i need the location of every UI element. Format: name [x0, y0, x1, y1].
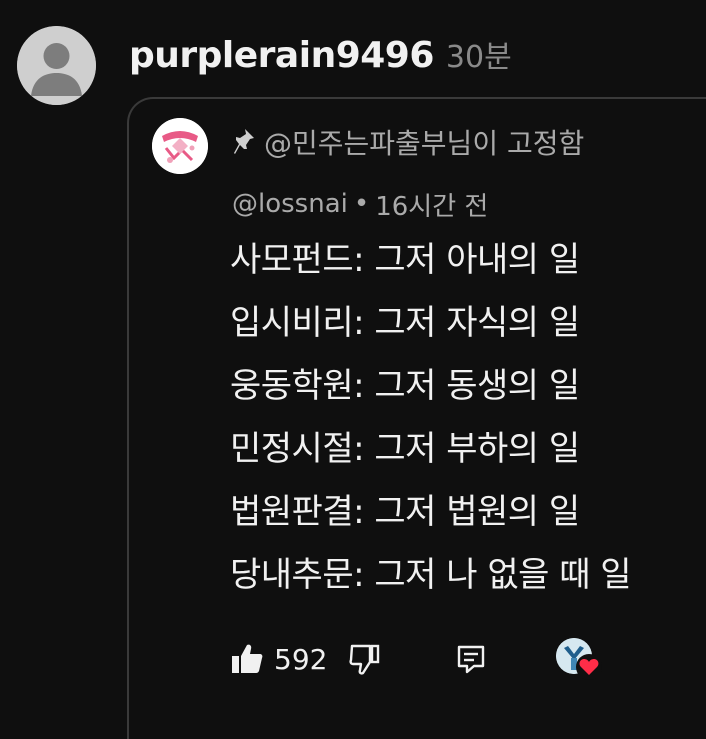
quoted-comment-body: 사모펀드: 그저 아내의 일 입시비리: 그저 자식의 일 웅동학원: 그저 동…	[230, 236, 700, 614]
comment-line: 법원판결: 그저 법원의 일	[230, 492, 580, 532]
meta-separator: •	[353, 189, 370, 219]
reply-icon	[457, 645, 485, 674]
comment-author[interactable]: purplerain9496	[129, 35, 434, 76]
creator-heart-icon[interactable]	[556, 638, 606, 682]
heart-icon	[576, 654, 602, 680]
like-button[interactable]: 592	[230, 642, 327, 676]
comment-line: 입시비리: 그저 자식의 일	[230, 303, 580, 343]
comment-line: 웅동학원: 그저 동생의 일	[230, 366, 580, 406]
quoted-comment-meta: @lossnai • 16시간 전	[232, 184, 488, 224]
comment-line: 민정시절: 그저 부하의 일	[230, 429, 580, 469]
quoted-comment-author[interactable]: @lossnai	[232, 189, 348, 219]
quoted-comment-timestamp: 16시간 전	[375, 191, 489, 222]
pin-icon	[234, 129, 254, 154]
like-count: 592	[274, 642, 328, 676]
thumbs-down-icon	[349, 644, 380, 675]
comment-line: 당내추문: 그저 나 없을 때 일	[230, 555, 632, 595]
comment-actions: 592	[230, 636, 690, 686]
dislike-button[interactable]	[348, 642, 382, 680]
comment-timestamp: 30분	[445, 40, 512, 75]
comment-line: 사모펀드: 그저 아내의 일	[230, 240, 580, 280]
pinned-label: @민주는파출부님이 고정함	[264, 127, 585, 160]
comment-header: purplerain9496 30분	[129, 32, 512, 80]
channel-avatar-icon[interactable]	[152, 118, 208, 174]
default-avatar-icon[interactable]	[17, 26, 96, 105]
thumbs-up-icon	[232, 644, 263, 673]
reply-button[interactable]	[454, 642, 488, 680]
pinned-indicator: @민주는파출부님이 고정함	[232, 120, 584, 164]
